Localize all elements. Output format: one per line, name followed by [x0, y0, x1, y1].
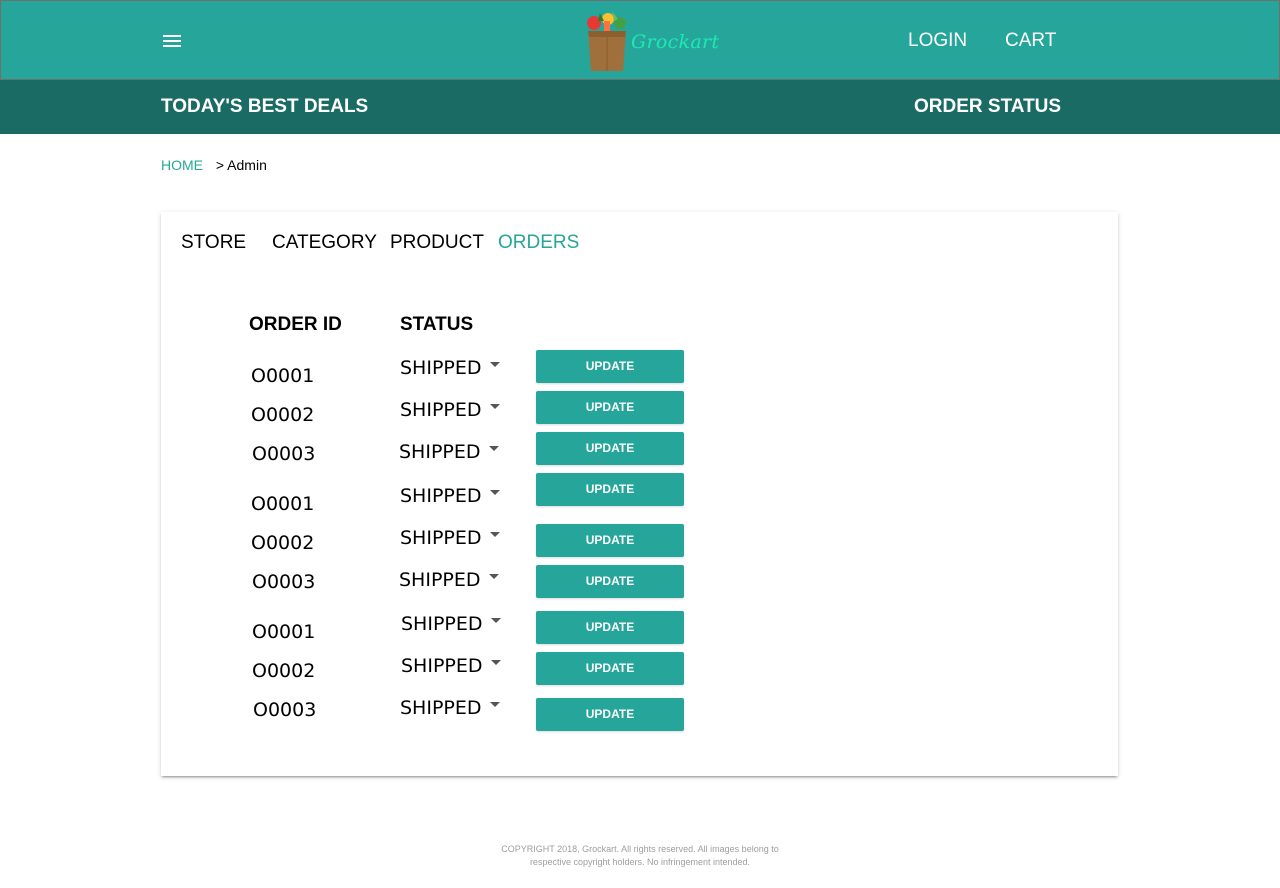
- status-dropdown[interactable]: SHIPPED: [401, 613, 501, 635]
- order-id-cell: O0001: [252, 621, 316, 643]
- menu-icon[interactable]: [163, 35, 181, 47]
- status-value: SHIPPED: [400, 697, 482, 719]
- admin-card: STORE CATEGORY PRODUCT ORDERS ORDER ID S…: [161, 212, 1118, 776]
- update-button[interactable]: UPDATE: [536, 524, 684, 557]
- chevron-down-icon: [489, 532, 500, 537]
- status-value: SHIPPED: [400, 399, 482, 421]
- order-id-cell: O0001: [251, 493, 315, 515]
- status-value: SHIPPED: [399, 569, 481, 591]
- status-header: STATUS: [400, 314, 474, 335]
- order-id-cell: O0001: [251, 365, 315, 387]
- update-button[interactable]: UPDATE: [536, 565, 684, 598]
- chevron-down-icon: [489, 404, 500, 409]
- status-dropdown[interactable]: SHIPPED: [400, 399, 500, 421]
- order-id-cell: O0003: [252, 443, 316, 465]
- tab-orders[interactable]: ORDERS: [498, 232, 579, 254]
- chevron-down-icon: [488, 574, 499, 579]
- brand-name: Grockart: [631, 31, 720, 53]
- footer-line-1: COPYRIGHT 2018, Grockart. All rights res…: [501, 844, 779, 854]
- tab-product[interactable]: PRODUCT: [390, 232, 484, 254]
- brand-logo[interactable]: Grockart: [582, 9, 719, 75]
- chevron-down-icon: [489, 362, 500, 367]
- status-value: SHIPPED: [400, 527, 482, 549]
- update-button[interactable]: UPDATE: [536, 432, 684, 465]
- order-id-cell: O0003: [252, 571, 316, 593]
- grocery-bag-logo: [587, 11, 626, 71]
- status-value: SHIPPED: [401, 655, 483, 677]
- status-dropdown[interactable]: SHIPPED: [400, 697, 500, 719]
- sub-navbar: TODAY'S BEST DEALS ORDER STATUS: [0, 80, 1280, 134]
- status-value: SHIPPED: [401, 613, 483, 635]
- order-id-cell: O0002: [251, 404, 315, 426]
- order-id-cell: O0003: [253, 699, 317, 721]
- order-id-header: ORDER ID: [249, 314, 342, 335]
- footer-copyright: COPYRIGHT 2018, Grockart. All rights res…: [480, 843, 800, 869]
- status-dropdown[interactable]: SHIPPED: [401, 655, 501, 677]
- status-dropdown[interactable]: SHIPPED: [400, 485, 500, 507]
- status-dropdown[interactable]: SHIPPED: [400, 357, 500, 379]
- chevron-down-icon: [490, 618, 501, 623]
- chevron-down-icon: [488, 446, 499, 451]
- status-value: SHIPPED: [400, 357, 482, 379]
- order-id-cell: O0002: [251, 532, 315, 554]
- status-dropdown[interactable]: SHIPPED: [399, 569, 499, 591]
- update-button[interactable]: UPDATE: [536, 350, 684, 383]
- chevron-down-icon: [490, 660, 501, 665]
- update-button[interactable]: UPDATE: [536, 611, 684, 644]
- login-link[interactable]: LOGIN: [908, 30, 967, 52]
- status-value: SHIPPED: [400, 485, 482, 507]
- chevron-down-icon: [489, 490, 500, 495]
- status-value: SHIPPED: [399, 441, 481, 463]
- footer-line-2: respective copyright holders. No infring…: [529, 857, 751, 867]
- tab-category[interactable]: CATEGORY: [272, 232, 377, 254]
- status-dropdown[interactable]: SHIPPED: [400, 527, 500, 549]
- update-button[interactable]: UPDATE: [536, 473, 684, 506]
- tab-store[interactable]: STORE: [181, 232, 246, 254]
- breadcrumb: HOME > Admin: [161, 157, 267, 173]
- top-navbar: Grockart LOGIN CART: [0, 0, 1280, 80]
- update-button[interactable]: UPDATE: [536, 391, 684, 424]
- breadcrumb-home-link[interactable]: HOME: [161, 157, 203, 173]
- update-button[interactable]: UPDATE: [536, 698, 684, 731]
- todays-deals-link[interactable]: TODAY'S BEST DEALS: [161, 96, 368, 118]
- update-button[interactable]: UPDATE: [536, 652, 684, 685]
- chevron-down-icon: [489, 702, 500, 707]
- order-id-cell: O0002: [252, 660, 316, 682]
- order-status-link[interactable]: ORDER STATUS: [914, 96, 1061, 118]
- breadcrumb-current: > Admin: [215, 157, 267, 173]
- cart-link[interactable]: CART: [1005, 30, 1056, 52]
- status-dropdown[interactable]: SHIPPED: [399, 441, 499, 463]
